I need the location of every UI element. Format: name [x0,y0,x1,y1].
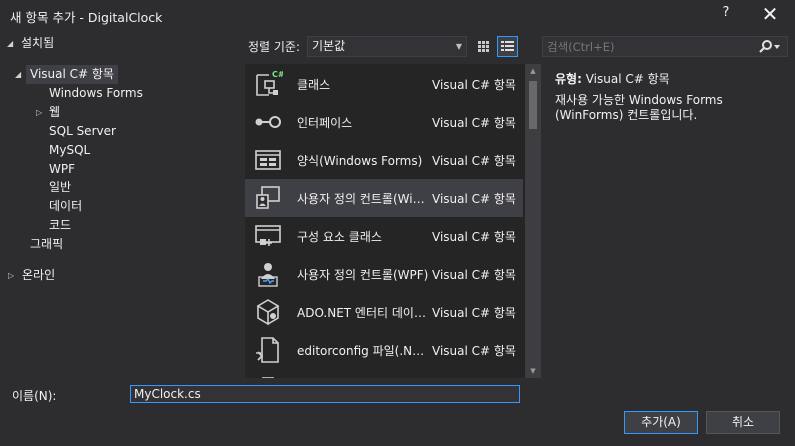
user-control-icon [256,186,280,209]
template-category: Visual C# 항목 [432,306,516,320]
small-icons-view-button[interactable] [473,36,494,57]
tree-windows-forms[interactable]: Windows Forms [49,84,143,103]
sort-dropdown[interactable]: 기본값 ▼ [307,36,467,57]
category-tree: ◢ 설치됨 ◢ Visual C# 항목 Windows Forms ▷ 웹 S… [0,34,240,378]
template-category: Visual C# 항목 [432,344,516,358]
template-name: 사용자 정의 컨트롤(Windows Forms) [297,192,429,206]
template-row-partial[interactable] [245,369,523,378]
tree-code[interactable]: 코드 [49,216,71,235]
tree-graphics[interactable]: 그래픽 [30,235,63,254]
template-list: C# 클래스 Visual C# 항목 인터페이스 Visual C# 항목 양… [245,64,541,378]
help-button[interactable]: ? [717,5,735,25]
ado-net-icon [256,299,280,326]
template-name: editorconfig 파일(.NET) [297,344,429,358]
template-row-ado-net[interactable]: ADO.NET 엔터티 데이터 모델 Visual C# 항목 [245,293,523,331]
tree-wpf[interactable]: WPF [49,160,75,179]
search-icon[interactable] [757,39,781,55]
template-row-class[interactable]: C# 클래스 Visual C# 항목 [245,65,523,103]
interface-icon [255,116,281,128]
close-button[interactable]: ✕ [758,2,782,26]
chevron-down-icon: ▼ [455,42,462,51]
tree-visual-csharp[interactable]: Visual C# 항목 [26,65,118,84]
window-title: 새 항목 추가 - DigitalClock [10,10,163,25]
details-pane: 유형: Visual C# 항목 재사용 가능한 Windows Forms (… [545,64,789,378]
title-bar: 새 항목 추가 - DigitalClock ? ✕ [0,0,795,30]
wpf-user-control-icon [258,263,278,287]
expanded-arrow-icon[interactable]: ◢ [15,65,21,84]
template-category: Visual C# 항목 [432,268,516,282]
tree-installed[interactable]: 설치됨 [21,34,54,53]
svg-text:C#: C# [272,70,283,79]
details-type: 유형: Visual C# 항목 [555,70,670,87]
template-name: 양식(Windows Forms) [297,154,423,168]
template-name: 인터페이스 [297,116,353,130]
list-view-button[interactable] [497,36,518,57]
search-box[interactable] [542,36,788,57]
template-row-user-control[interactable]: 사용자 정의 컨트롤(Windows Forms) Visual C# 항목 [245,179,523,217]
template-category: Visual C# 항목 [432,154,516,168]
template-category: Visual C# 항목 [432,230,516,244]
scroll-up-icon[interactable]: ▲ [525,64,541,78]
tree-general[interactable]: 일반 [49,178,71,197]
search-input[interactable] [547,38,757,55]
template-row-interface[interactable]: 인터페이스 Visual C# 항목 [245,103,523,141]
template-row-wpf-user-control[interactable]: 사용자 정의 컨트롤(WPF) Visual C# 항목 [245,255,523,293]
name-label: 이름(N): [12,389,57,403]
scroll-down-icon[interactable]: ▼ [525,364,541,378]
template-row-form[interactable]: 양식(Windows Forms) Visual C# 항목 [245,141,523,179]
bottom-bar: 이름(N): 추가(A) 취소 [0,378,795,446]
tree-data[interactable]: 데이터 [49,197,82,216]
template-name: 사용자 정의 컨트롤(WPF) [297,268,429,282]
expanded-arrow-icon[interactable]: ◢ [7,34,13,53]
collapsed-arrow-icon[interactable]: ▷ [8,266,14,285]
list-view-icon [501,41,514,51]
template-row-editorconfig[interactable]: editorconfig 파일(.NET) Visual C# 항목 [245,331,523,369]
name-input[interactable] [130,385,520,403]
template-name: ADO.NET 엔터티 데이터 모델 [297,306,429,320]
tree-sql-server[interactable]: SQL Server [49,122,116,141]
template-category: Visual C# 항목 [432,192,516,206]
list-scrollbar[interactable]: ▲ ▼ [525,64,541,378]
tree-mysql[interactable]: MySQL [49,141,90,160]
form-icon [255,150,281,170]
tree-web[interactable]: 웹 [49,103,60,122]
template-category: Visual C# 항목 [432,116,516,130]
collapsed-arrow-icon[interactable]: ▷ [36,103,42,122]
add-button[interactable]: 추가(A) [624,411,698,434]
component-icon [255,225,281,246]
cancel-button[interactable]: 취소 [706,411,780,434]
grid-view-icon [478,41,489,52]
template-name: 클래스 [297,78,331,92]
editorconfig-icon [256,337,279,363]
template-name: 구성 요소 클래스 [297,230,382,244]
scroll-thumb[interactable] [529,81,537,129]
details-type-value: Visual C# 항목 [585,72,670,86]
template-category: Visual C# 항목 [432,78,516,92]
tree-online[interactable]: 온라인 [22,266,55,285]
sort-value: 기본값 [312,39,346,53]
template-row-component[interactable]: 구성 요소 클래스 Visual C# 항목 [245,217,523,255]
details-description: 재사용 가능한 Windows Forms (WinForms) 컨트롤입니다. [555,93,723,122]
sort-label: 정렬 기준: [248,40,301,54]
details-type-label: 유형: [555,72,582,86]
class-icon: C# [256,70,283,96]
